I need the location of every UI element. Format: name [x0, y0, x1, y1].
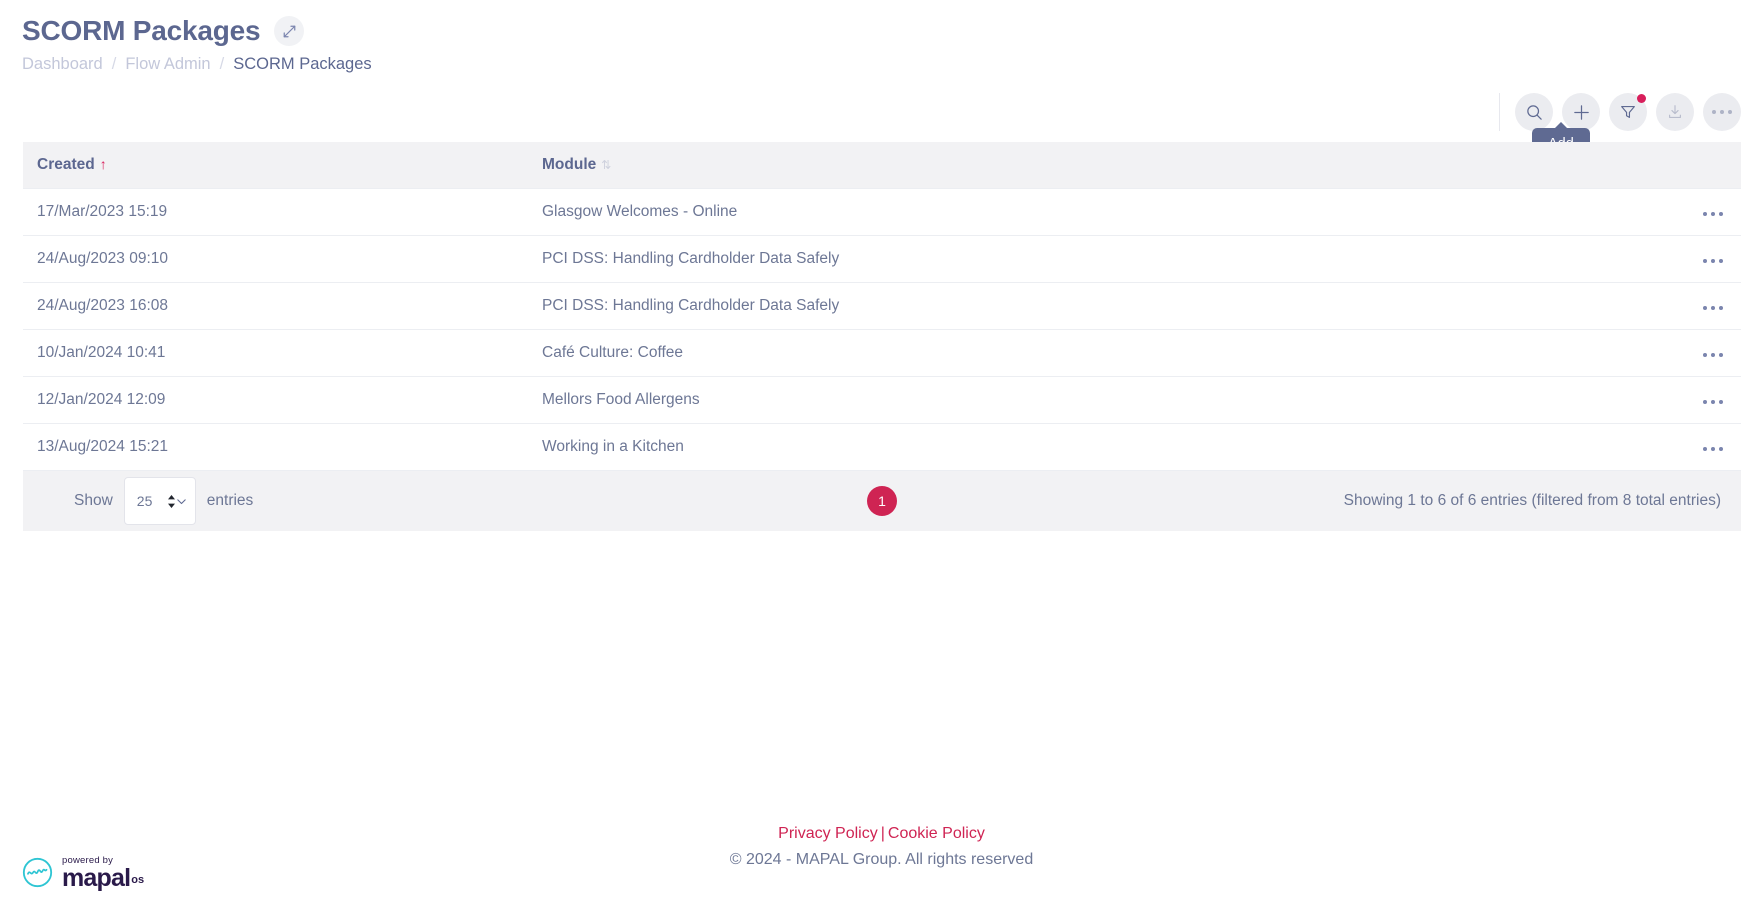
table-row[interactable]: 10/Jan/2024 10:41 Café Culture: Coffee — [23, 329, 1741, 377]
sort-neutral-icon: ⇅ — [601, 158, 612, 172]
column-header-module-label: Module — [542, 156, 597, 173]
column-header-module[interactable]: Module ⇅ — [528, 142, 1651, 189]
entries-selected-value: 25 — [136, 493, 153, 509]
up-down-arrows-glyph — [167, 494, 175, 508]
row-actions-menu-button[interactable] — [1699, 302, 1728, 315]
cell-created: 10/Jan/2024 10:41 — [23, 329, 528, 377]
brand-text: powered by mapal os — [62, 855, 145, 892]
search-button[interactable] — [1515, 93, 1553, 131]
entries-per-page-select[interactable]: 25 — [123, 477, 196, 525]
cell-module: Working in a Kitchen — [528, 423, 1651, 471]
footer-policy-links: Privacy Policy | Cookie Policy — [0, 822, 1763, 846]
table-row[interactable]: 17/Mar/2023 15:19 Glasgow Welcomes - Onl… — [23, 188, 1741, 236]
expand-arrows-icon[interactable] — [274, 16, 305, 46]
title-row: SCORM Packages — [22, 14, 1763, 48]
column-header-created[interactable]: Created ↑ — [23, 142, 528, 189]
cell-actions — [1651, 376, 1741, 424]
download-button[interactable] — [1656, 93, 1694, 131]
table-body: 17/Mar/2023 15:19 Glasgow Welcomes - Onl… — [23, 188, 1741, 471]
search-icon — [1526, 104, 1542, 120]
cell-created: 13/Aug/2024 15:21 — [23, 423, 528, 471]
chevron-down-icon — [177, 498, 186, 504]
cell-created: 17/Mar/2023 15:19 — [23, 188, 528, 236]
toolbar-divider — [1499, 93, 1500, 131]
table-row[interactable]: 24/Aug/2023 09:10 PCI DSS: Handling Card… — [23, 235, 1741, 283]
page-header: SCORM Packages Dashboard / Flow Admin / … — [0, 0, 1763, 74]
cell-created: 24/Aug/2023 16:08 — [23, 282, 528, 330]
brand-name-row: mapal os — [62, 864, 145, 892]
sort-ascending-icon: ↑ — [99, 156, 107, 172]
scorm-packages-table: Created ↑ Module ⇅ 17/Mar/2023 15:19 Glasg… — [23, 142, 1741, 531]
cell-module: Mellors Food Allergens — [528, 376, 1651, 424]
table-row[interactable]: 24/Aug/2023 16:08 PCI DSS: Handling Card… — [23, 282, 1741, 330]
brand-name: mapal — [62, 864, 131, 892]
scorm-packages-page: SCORM Packages Dashboard / Flow Admin / … — [0, 0, 1763, 914]
filter-funnel-icon — [1621, 106, 1635, 118]
mapal-wave-logo-icon — [22, 858, 53, 888]
cell-module: Café Culture: Coffee — [528, 329, 1651, 377]
show-entries-control: Show 25 entries — [74, 477, 253, 525]
breadcrumb-item-dashboard[interactable]: Dashboard — [22, 55, 103, 74]
cell-module: PCI DSS: Handling Cardholder Data Safely — [528, 282, 1651, 330]
table-toolbar — [1499, 93, 1741, 131]
brand-suffix: os — [131, 874, 145, 886]
copyright-text: © 2024 - MAPAL Group. All rights reserve… — [729, 851, 1034, 868]
cell-created: 24/Aug/2023 09:10 — [23, 235, 528, 283]
breadcrumb-separator: / — [111, 55, 117, 73]
cell-actions — [1651, 423, 1741, 471]
showing-entries-info: Showing 1 to 6 of 6 entries (filtered fr… — [1343, 492, 1721, 509]
row-actions-menu-button[interactable] — [1699, 443, 1728, 456]
pagination-page-1[interactable]: 1 — [867, 486, 897, 516]
cookie-policy-link[interactable]: Cookie Policy — [888, 825, 985, 842]
site-footer: Privacy Policy | Cookie Policy © 2024 - MA… — [0, 804, 1763, 914]
entries-label: entries — [206, 492, 254, 509]
mapal-brand: powered by mapal os — [22, 855, 145, 892]
cell-created: 12/Jan/2024 12:09 — [23, 376, 528, 424]
privacy-policy-link[interactable]: Privacy Policy — [778, 825, 878, 842]
cell-actions — [1651, 282, 1741, 330]
footer-center: Privacy Policy | Cookie Policy © 2024 - MA… — [0, 822, 1763, 874]
row-actions-menu-button[interactable] — [1699, 396, 1728, 409]
footer-link-separator: | — [880, 825, 885, 842]
ellipsis-horizontal-icon — [1711, 109, 1733, 115]
table-footer: Show 25 entries 1 Showing 1 to 6 of 6 en… — [23, 471, 1741, 531]
table-row[interactable]: 13/Aug/2024 15:21 Working in a Kitchen — [23, 423, 1741, 471]
cell-actions — [1651, 329, 1741, 377]
download-icon — [1669, 105, 1681, 118]
row-actions-menu-button[interactable] — [1699, 349, 1728, 362]
cell-module: Glasgow Welcomes - Online — [528, 188, 1651, 236]
cell-actions — [1651, 235, 1741, 283]
row-actions-menu-button[interactable] — [1699, 208, 1728, 221]
expand-arrows-glyph — [283, 25, 296, 37]
plus-icon — [1573, 104, 1589, 120]
select-arrows-icon — [167, 494, 187, 509]
pagination: 1 — [867, 486, 897, 516]
breadcrumb-separator: / — [219, 55, 225, 73]
row-actions-menu-button[interactable] — [1699, 255, 1728, 268]
table-row[interactable]: 12/Jan/2024 12:09 Mellors Food Allergens — [23, 376, 1741, 424]
filter-active-badge — [1637, 94, 1646, 103]
page-title: SCORM Packages — [22, 15, 261, 46]
more-options-button[interactable] — [1703, 93, 1741, 131]
column-header-actions — [1651, 142, 1741, 189]
breadcrumb: Dashboard / Flow Admin / SCORM Packages — [22, 55, 1763, 74]
column-header-created-label: Created — [37, 156, 95, 173]
show-label: Show — [74, 492, 113, 509]
cell-module: PCI DSS: Handling Cardholder Data Safely — [528, 235, 1651, 283]
table-header-row: Created ↑ Module ⇅ — [23, 142, 1741, 189]
breadcrumb-item-flow-admin[interactable]: Flow Admin — [125, 55, 210, 74]
breadcrumb-item-current: SCORM Packages — [233, 55, 372, 73]
cell-actions — [1651, 188, 1741, 236]
filter-button[interactable] — [1609, 93, 1647, 131]
